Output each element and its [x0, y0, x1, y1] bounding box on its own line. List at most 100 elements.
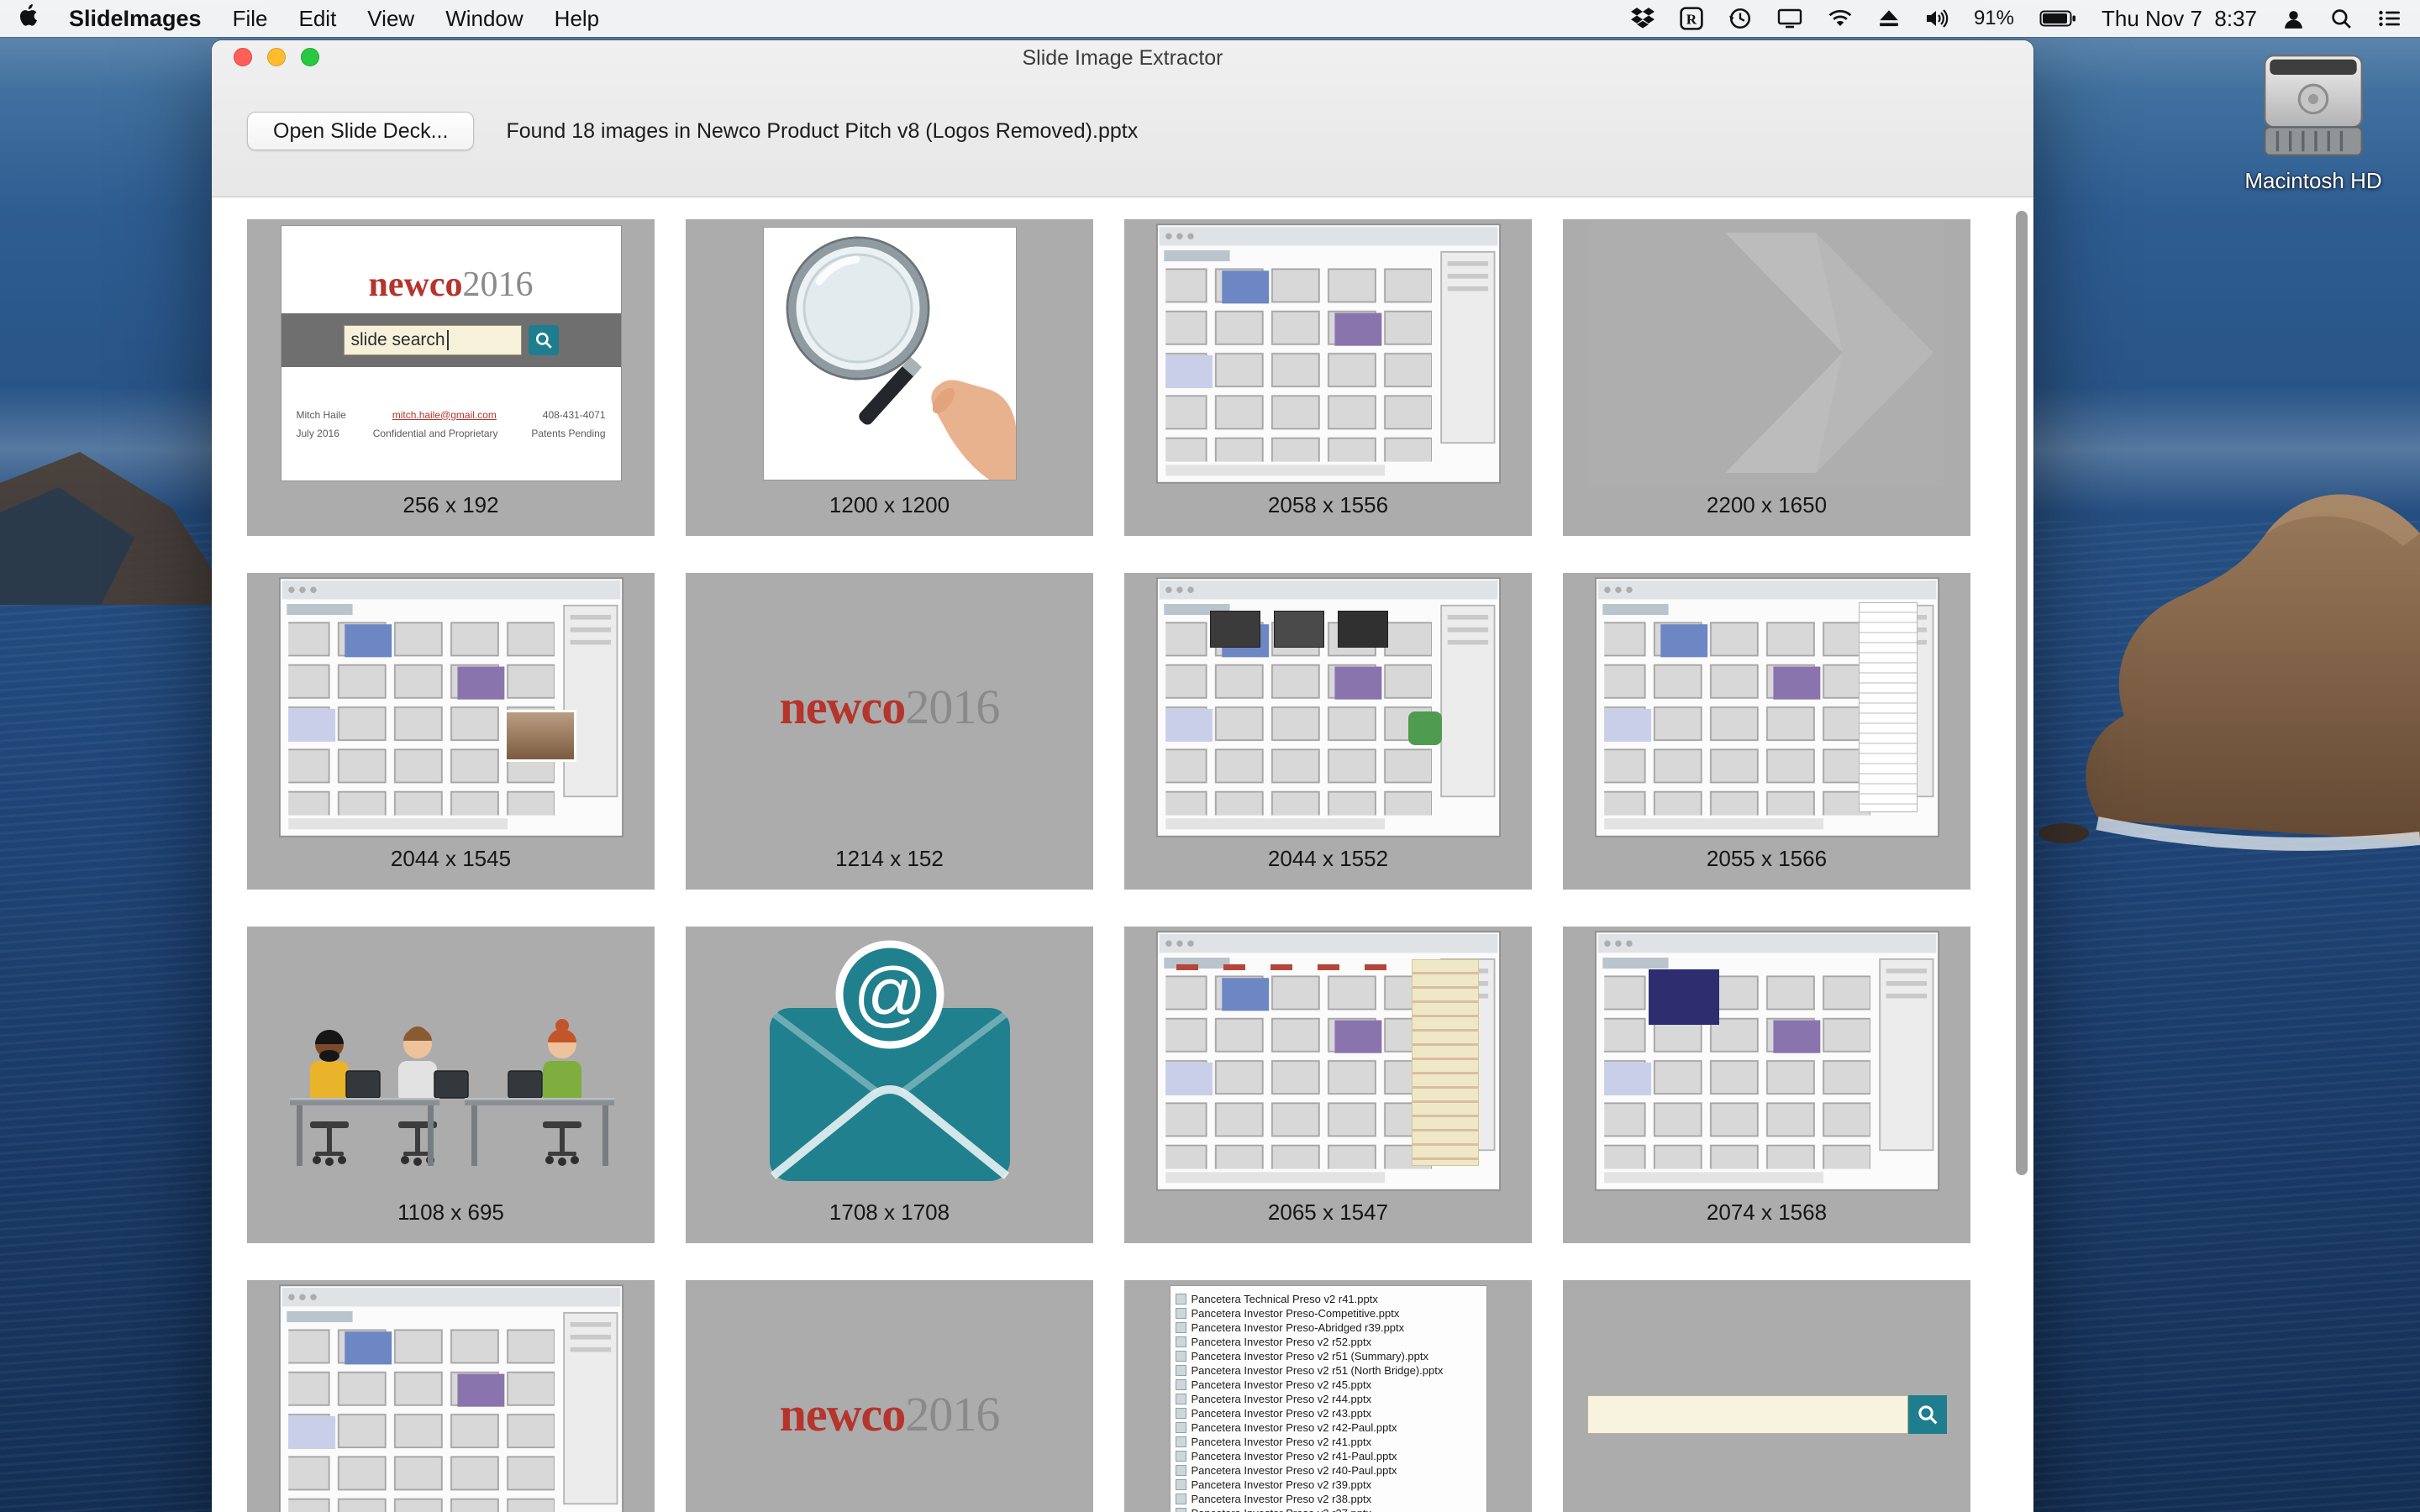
thumbnail-slide-sorter [1124, 573, 1532, 841]
slide-confidential: Confidential and Proprietary [372, 427, 498, 439]
thumbnail-slide-sorter [1563, 573, 1970, 841]
image-cell-14[interactable]: newco2016 [686, 1280, 1093, 1512]
close-button[interactable] [234, 48, 252, 66]
search-button-image [1907, 1394, 1947, 1434]
image-caption: 2065 x 1547 [1267, 1200, 1389, 1225]
time-machine-icon[interactable] [1728, 7, 1752, 30]
display-mirroring-icon[interactable] [1777, 8, 1802, 29]
image-caption: 256 x 192 [402, 492, 499, 517]
pptx-file-icon [1175, 1294, 1186, 1305]
menubar-clock[interactable]: Thu Nov 7 8:37 [2102, 6, 2257, 32]
image-caption: 2074 x 1568 [1706, 1200, 1828, 1225]
menu-edit[interactable]: Edit [298, 6, 336, 32]
vertical-scrollbar-thumb[interactable] [2016, 211, 2028, 1175]
notification-list-icon[interactable] [2378, 8, 2402, 29]
newco-logo-year: 2016 [462, 265, 534, 304]
pptx-file-icon [1175, 1351, 1186, 1362]
toolbar: Open Slide Deck... Found 18 images in Ne… [212, 74, 2033, 197]
image-caption: 1214 x 152 [835, 846, 944, 871]
image-cell-10[interactable]: @ 1708 x 1708 [686, 927, 1093, 1243]
menu-help[interactable]: Help [555, 6, 599, 32]
svg-text:R: R [1686, 11, 1697, 27]
dropbox-icon[interactable] [1630, 8, 1655, 29]
image-cell-12[interactable]: 2074 x 1568 [1563, 927, 1970, 1243]
menu-view[interactable]: View [367, 6, 414, 32]
minimize-button[interactable] [267, 48, 286, 66]
image-cell-9[interactable]: 1108 x 695 [247, 927, 655, 1243]
thumbnail-newco-logo: newco2016 [779, 680, 1001, 734]
image-cell-3[interactable]: 2058 x 1556 [1124, 219, 1532, 536]
pptx-file-icon [1175, 1494, 1186, 1504]
image-caption: 1108 x 695 [397, 1200, 504, 1225]
slide-image-extractor-window: Slide Image Extractor Open Slide Deck...… [212, 40, 2033, 1512]
thumbnail-newco-title-slide: newco 2016 slide search Mitch Haile mitch [247, 219, 655, 487]
desktop-volume-macintosh-hd[interactable]: Macintosh HD [2233, 50, 2393, 194]
thumbnail-slide-sorter [1124, 219, 1532, 487]
image-grid: newco 2016 slide search Mitch Haile mitch [212, 197, 2033, 1512]
slide-phone: 408-431-4071 [542, 408, 606, 421]
pptx-file-icon [1175, 1436, 1186, 1447]
image-cell-16[interactable] [1563, 1280, 1970, 1512]
wallpaper-left-headland [0, 437, 235, 605]
image-cell-1[interactable]: newco 2016 slide search Mitch Haile mitch [247, 219, 655, 536]
spotlight-search-icon[interactable] [2330, 8, 2353, 30]
zoom-button[interactable] [301, 48, 319, 66]
image-cell-8[interactable]: 2055 x 1566 [1563, 573, 1970, 890]
volume-label: Macintosh HD [2244, 168, 2382, 193]
slide-search-input-image: slide search [343, 325, 522, 355]
pptx-file-icon [1175, 1365, 1186, 1376]
image-cell-13[interactable] [247, 1280, 655, 1512]
image-caption: 1708 x 1708 [829, 1200, 950, 1225]
battery-icon[interactable] [2039, 9, 2076, 28]
pptx-file-icon [1175, 1508, 1186, 1512]
image-cell-4[interactable]: 2200 x 1650 [1563, 219, 1970, 536]
at-glyph: @ [853, 953, 926, 1034]
thumbnail-slide-sorter [1124, 927, 1532, 1194]
thumbnail-newco-logo: newco2016 [779, 1387, 1001, 1441]
thumbnail-gray-chevron [1563, 219, 1970, 487]
image-caption: 2058 x 1556 [1267, 492, 1389, 517]
thumbnail-search-bar [1563, 1280, 1970, 1512]
menubar-app-name[interactable]: SlideImages [69, 6, 202, 32]
fast-user-switch-icon[interactable] [2282, 8, 2305, 30]
menu-window[interactable]: Window [445, 6, 523, 32]
titlebar[interactable]: Slide Image Extractor [212, 40, 2033, 74]
menu-bar: SlideImages File Edit View Window Help R… [0, 0, 2420, 37]
search-field-image [1586, 1394, 1908, 1434]
image-cell-11[interactable]: 2065 x 1547 [1124, 927, 1532, 1243]
image-cell-7[interactable]: 2044 x 1552 [1124, 573, 1532, 890]
thumbnail-email-envelope-icon: @ [686, 927, 1093, 1194]
thumbnail-slide-sorter [247, 573, 655, 841]
image-cell-2[interactable]: 1200 x 1200 [686, 219, 1093, 536]
image-caption: 1200 x 1200 [829, 492, 950, 517]
pptx-file-icon [1175, 1422, 1186, 1433]
eject-icon[interactable] [1878, 8, 1900, 29]
volume-icon[interactable] [1925, 8, 1949, 29]
pptx-file-icon [1175, 1408, 1186, 1419]
slide-patents: Patents Pending [531, 427, 606, 439]
r-app-icon[interactable]: R [1680, 7, 1703, 30]
window-header: Slide Image Extractor Open Slide Deck...… [212, 40, 2033, 197]
pptx-file-icon [1175, 1465, 1186, 1476]
hard-drive-icon [2249, 55, 2377, 164]
pptx-file-icon [1175, 1479, 1186, 1490]
thumbnail-magnifier-photo [686, 219, 1093, 487]
thumbnail-slide-sorter [1563, 927, 1970, 1194]
image-cell-6[interactable]: newco2016 1214 x 152 [686, 573, 1093, 890]
sorter-photo-overlay [503, 709, 576, 762]
image-cell-15[interactable]: Pancetera Technical Preso v2 r41.pptx Pa… [1124, 1280, 1532, 1512]
image-caption: 2044 x 1545 [390, 846, 512, 871]
pptx-file-icon [1175, 1308, 1186, 1319]
apple-menu-icon[interactable] [18, 4, 38, 33]
wifi-icon[interactable] [1828, 8, 1853, 29]
image-caption: 2200 x 1650 [1706, 492, 1828, 517]
found-images-status: Found 18 images in Newco Product Pitch v… [506, 118, 1139, 143]
slide-author: Mitch Haile [296, 408, 346, 421]
menu-file[interactable]: File [233, 6, 268, 32]
image-grid-scroll-area: newco 2016 slide search Mitch Haile mitch [212, 197, 2033, 1512]
open-slide-deck-button[interactable]: Open Slide Deck... [247, 112, 475, 150]
newco-logo-name: newco [368, 265, 463, 304]
image-cell-5[interactable]: 2044 x 1545 [247, 573, 655, 890]
slide-date: July 2016 [296, 427, 339, 439]
pptx-file-icon [1175, 1379, 1186, 1390]
